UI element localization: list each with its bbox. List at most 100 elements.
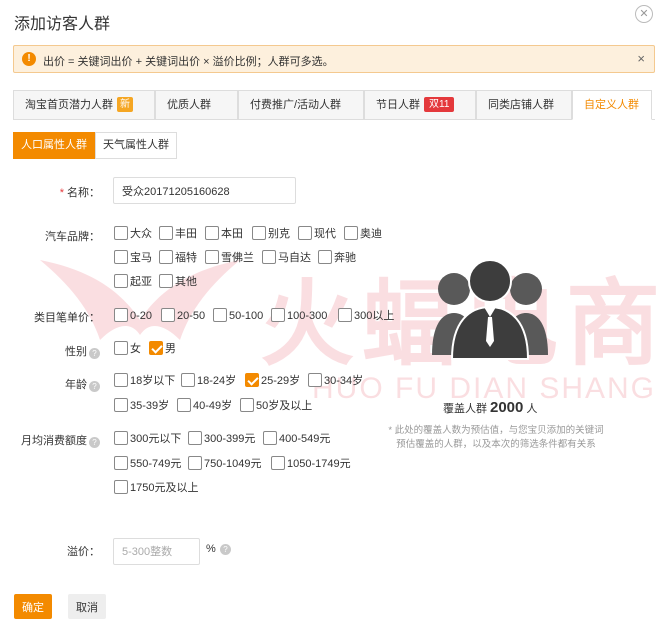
checkbox-option[interactable]: 35-39岁 <box>114 398 169 414</box>
checkbox-label: 400-549元 <box>279 433 331 445</box>
checkbox[interactable] <box>161 308 175 322</box>
checkbox[interactable] <box>205 250 219 264</box>
checkbox[interactable] <box>114 456 128 470</box>
checkbox-option[interactable]: 30-34岁 <box>308 373 363 389</box>
checkbox-option[interactable]: 奔驰 <box>318 250 356 266</box>
checkbox-option[interactable]: 300元以下 <box>114 431 181 447</box>
checkbox[interactable] <box>114 250 128 264</box>
checkbox[interactable] <box>114 274 128 288</box>
checkbox[interactable] <box>114 480 128 494</box>
checkbox[interactable] <box>271 308 285 322</box>
checkbox-option[interactable]: 别克 <box>252 226 290 242</box>
subtab-weather[interactable]: 天气属性人群 <box>95 132 177 159</box>
checkbox-option[interactable]: 奥迪 <box>344 226 382 242</box>
new-badge: 新 <box>117 97 133 112</box>
checkbox-option[interactable]: 550-749元 <box>114 456 181 472</box>
checkbox[interactable] <box>298 226 312 240</box>
checkbox-checked[interactable] <box>149 341 163 355</box>
checkbox-option[interactable]: 福特 <box>159 250 197 266</box>
tab-quality[interactable]: 优质人群 <box>155 90 238 120</box>
tab-similar-shop[interactable]: 同类店铺人群 <box>476 90 572 120</box>
checkbox-option[interactable]: 其他 <box>159 274 197 290</box>
help-icon[interactable]: ? <box>220 544 231 555</box>
tab-custom[interactable]: 自定义人群 <box>572 90 652 120</box>
checkbox[interactable] <box>114 341 128 355</box>
checkbox-option[interactable]: 300-399元 <box>188 431 255 447</box>
checkbox[interactable] <box>308 373 322 387</box>
checkbox-option[interactable]: 女 <box>114 341 141 357</box>
checkbox[interactable] <box>188 456 202 470</box>
name-input[interactable] <box>113 177 296 204</box>
checkbox-label: 女 <box>130 343 141 355</box>
checkbox-option[interactable]: 40-49岁 <box>177 398 232 414</box>
checkbox-label: 1050-1749元 <box>287 458 351 470</box>
tab-paid-promotion[interactable]: 付费推广/活动人群 <box>238 90 364 120</box>
tab-label: 付费推广/活动人群 <box>250 99 342 111</box>
tab-festival[interactable]: 节日人群 双11 <box>364 90 476 120</box>
tab-label: 自定义人群 <box>584 99 639 111</box>
checkbox-label: 宝马 <box>130 252 152 264</box>
checkbox[interactable] <box>263 431 277 445</box>
checkbox-option[interactable]: 1050-1749元 <box>271 456 351 472</box>
checkbox[interactable] <box>338 308 352 322</box>
checkbox-option[interactable]: 18-24岁 <box>181 373 236 389</box>
info-alert: ! 出价 = 关键词出价 + 关键词出价 × 溢价比例；人群可多选。 × <box>13 45 655 73</box>
checkbox[interactable] <box>181 373 195 387</box>
checkbox[interactable] <box>188 431 202 445</box>
checkbox-checked[interactable] <box>245 373 259 387</box>
checkbox[interactable] <box>271 456 285 470</box>
checkbox[interactable] <box>159 226 173 240</box>
checkbox[interactable] <box>159 274 173 288</box>
checkbox-option[interactable]: 雪佛兰 <box>205 250 254 266</box>
checkbox[interactable] <box>114 226 128 240</box>
alert-close-icon[interactable]: × <box>637 51 645 66</box>
checkbox-option[interactable]: 400-549元 <box>263 431 330 447</box>
checkbox-option[interactable]: 本田 <box>205 226 243 242</box>
checkbox[interactable] <box>159 250 173 264</box>
checkbox-option[interactable]: 20-50 <box>161 308 205 324</box>
checkbox-option[interactable]: 大众 <box>114 226 152 242</box>
checkbox-option[interactable]: 起亚 <box>114 274 152 290</box>
checkbox[interactable] <box>240 398 254 412</box>
checkbox[interactable] <box>205 226 219 240</box>
checkbox-label: 福特 <box>175 252 197 264</box>
close-icon[interactable]: ✕ <box>635 5 653 23</box>
checkbox-option[interactable]: 0-20 <box>114 308 152 324</box>
checkbox[interactable] <box>262 250 276 264</box>
checkbox-label: 300-399元 <box>204 433 256 445</box>
checkbox[interactable] <box>318 250 332 264</box>
checkbox-option[interactable]: 1750元及以上 <box>114 480 198 496</box>
subtab-demographic[interactable]: 人口属性人群 <box>13 132 95 159</box>
checkbox-option[interactable]: 宝马 <box>114 250 152 266</box>
checkbox[interactable] <box>114 373 128 387</box>
checkbox-option[interactable]: 50-100 <box>213 308 263 324</box>
checkbox[interactable] <box>114 431 128 445</box>
checkbox[interactable] <box>213 308 227 322</box>
checkbox-option[interactable]: 男 <box>149 341 176 357</box>
audience-people-icon <box>432 259 548 360</box>
cancel-button[interactable]: 取消 <box>68 594 106 619</box>
bid-input[interactable] <box>113 538 200 565</box>
checkbox-option[interactable]: 丰田 <box>159 226 197 242</box>
checkbox[interactable] <box>252 226 266 240</box>
checkbox-option[interactable]: 50岁及以上 <box>240 398 312 414</box>
checkbox[interactable] <box>114 308 128 322</box>
tab-label: 同类店铺人群 <box>488 99 554 111</box>
checkbox-option[interactable]: 马自达 <box>262 250 311 266</box>
help-icon[interactable]: ? <box>89 381 100 392</box>
checkbox-label: 40-49岁 <box>193 400 233 412</box>
checkbox-option[interactable]: 750-1049元 <box>188 456 262 472</box>
checkbox-option[interactable]: 100-300 <box>271 308 327 324</box>
confirm-button[interactable]: 确定 <box>14 594 52 619</box>
checkbox-option[interactable]: 25-29岁 <box>245 373 300 389</box>
help-icon[interactable]: ? <box>89 348 100 359</box>
checkbox[interactable] <box>344 226 358 240</box>
checkbox-option[interactable]: 18岁以下 <box>114 373 175 389</box>
checkbox[interactable] <box>114 398 128 412</box>
tab-taobao-home-potential[interactable]: 淘宝首页潜力人群新 <box>13 90 155 120</box>
checkbox-label: 100-300 <box>287 310 328 322</box>
checkbox-option[interactable]: 300以上 <box>338 308 394 324</box>
checkbox[interactable] <box>177 398 191 412</box>
checkbox-option[interactable]: 现代 <box>298 226 336 242</box>
help-icon[interactable]: ? <box>89 437 100 448</box>
